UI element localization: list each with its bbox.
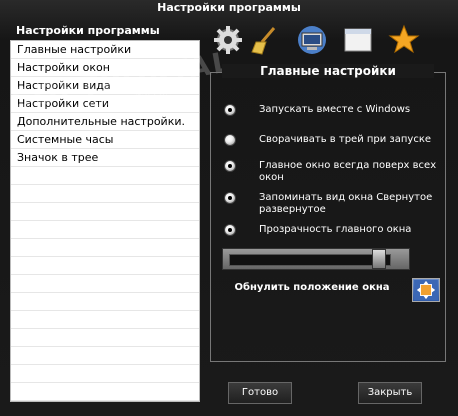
option-label: Запускать вместе с Windows [259, 104, 411, 115]
radio-button[interactable] [224, 104, 236, 116]
window-title: Настройки программы [157, 1, 301, 14]
list-empty-row [11, 239, 199, 257]
list-empty-row [11, 167, 199, 185]
list-empty-row [11, 203, 199, 221]
reset-position-button[interactable] [412, 278, 440, 302]
close-button[interactable]: Закрыть [358, 382, 422, 404]
list-empty-row [11, 329, 199, 347]
list-empty-row [11, 275, 199, 293]
list-empty-row [11, 401, 199, 402]
list-empty-row [11, 185, 199, 203]
settings-window: Настройки программы Настройки программы … [0, 0, 458, 416]
slider-track [229, 254, 391, 266]
option-label: Прозрачность главного окна [259, 224, 412, 235]
radio-button[interactable] [224, 160, 236, 172]
broom-icon[interactable] [248, 24, 280, 56]
monitor-icon[interactable] [296, 24, 328, 56]
ok-button[interactable]: Готово [228, 382, 292, 404]
list-empty-row [11, 347, 199, 365]
slider-thumb[interactable] [372, 249, 386, 269]
list-item[interactable]: Дополнительные настройки. [11, 113, 199, 131]
list-empty-row [11, 311, 199, 329]
list-item[interactable]: Системные часы [11, 131, 199, 149]
list-empty-row [11, 257, 199, 275]
panel-title: Главные настройки [222, 64, 434, 78]
list-empty-row [11, 293, 199, 311]
left-panel-header: Настройки программы [16, 24, 160, 37]
radio-button[interactable] [224, 134, 236, 146]
option-label: Запоминать вид окна Свернутое развернуто… [259, 192, 433, 215]
star-icon[interactable] [388, 24, 420, 56]
list-empty-row [11, 221, 199, 239]
option-label: Сворачивать в трей при запуске [259, 134, 432, 145]
radio-button[interactable] [224, 192, 236, 204]
option-label: Главное окно всегда поверх всех окон [259, 160, 437, 183]
list-item[interactable]: Значок в трее [11, 149, 199, 167]
radio-button[interactable] [224, 224, 236, 236]
window-icon[interactable] [342, 24, 374, 56]
list-empty-row [11, 365, 199, 383]
list-empty-row [11, 383, 199, 401]
transparency-slider[interactable] [222, 248, 410, 270]
reset-window-position-label: Обнулить положение окна [234, 282, 390, 293]
